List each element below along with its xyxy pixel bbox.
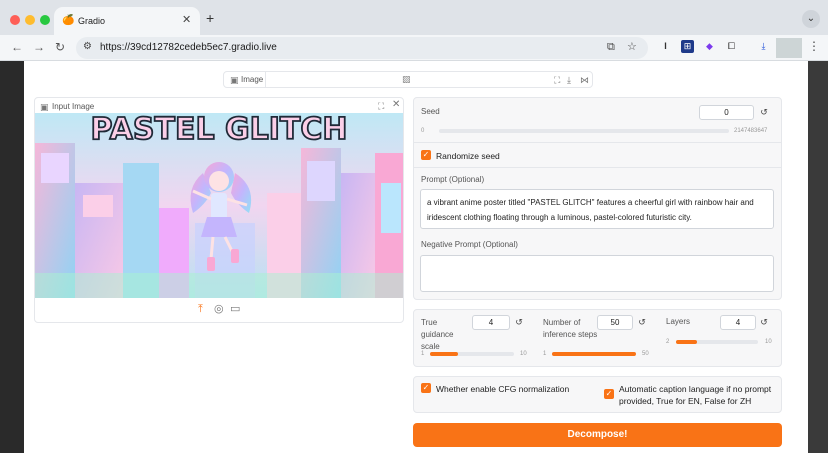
negative-prompt-label: Negative Prompt (Optional) [421,240,518,249]
new-tab-button[interactable]: + [206,11,214,25]
reload-icon[interactable]: ↻ [55,39,65,55]
browser-titlebar: 🍊 Gradio ✕ + ⌄ [0,0,828,35]
extensions-puzzle-icon[interactable]: ⧠ [725,40,738,53]
extension-i-icon[interactable]: I [659,40,672,53]
layers-slider-fill [676,340,697,344]
site-info-icon[interactable]: ⚙ [83,41,92,52]
randomize-seed-checkbox[interactable]: ✓ [421,150,431,160]
fullscreen-icon[interactable]: ⛶ [378,101,384,111]
avatar[interactable] [776,38,802,58]
image-icon: ▣ [40,102,49,112]
layers-input[interactable]: 4 [720,315,756,330]
browser-tab[interactable]: 🍊 Gradio ✕ [54,7,200,35]
divider [414,167,781,168]
guidance-min: 1 [421,351,425,357]
input-image-label: Input Image [52,102,95,111]
steps-input[interactable]: 50 [597,315,633,330]
cast-icon[interactable]: ⧉ [607,41,615,54]
prompt-textarea[interactable]: a vibrant anime poster titled "PASTEL GL… [420,189,774,229]
layers-reset-icon[interactable]: ↺ [757,315,771,330]
steps-label: Number of inference steps [543,318,598,339]
download-icon[interactable]: ⤓ [757,40,770,53]
close-tab-icon[interactable]: ✕ [182,14,191,26]
steps-slider-fill [552,352,636,356]
extension-blue-icon[interactable]: ⊞ [681,40,694,53]
guidance-max: 10 [520,351,527,357]
guidance-label: True guidance scale [421,318,454,351]
forward-arrow-icon[interactable]: → [33,39,45,55]
caption-language-label: Automatic caption language if no prompt … [619,384,772,406]
seed-min: 0 [421,128,425,134]
download-icon[interactable]: ⤓ [567,75,571,85]
seed-max: 2147483647 [734,128,768,134]
seed-reset-icon[interactable]: ↺ [757,105,771,120]
bookmark-star-icon[interactable]: ☆ [627,41,637,54]
gradio-favicon-icon: 🍊 [62,15,75,26]
output-image-panel: ▣ Image ▨ ⛶ ⤓ ⋈ [223,71,593,88]
seed-label: Seed [421,107,440,116]
poster-title: PASTEL GLITCH [90,113,347,147]
layers-label: Layers [666,317,691,326]
steps-min: 1 [543,351,547,357]
close-window-button[interactable] [10,15,20,25]
guidance-reset-icon[interactable]: ↺ [512,315,526,330]
randomize-seed-label: Randomize seed [436,151,500,161]
guidance-slider-fill [430,352,458,356]
prompt-label: Prompt (Optional) [421,175,485,184]
anime-poster-illustration: PASTEL GLITCH [35,113,403,298]
cfg-normalization-checkbox[interactable]: ✓ [421,383,431,393]
caption-language-checkbox[interactable]: ✓ [604,389,614,399]
steps-reset-icon[interactable]: ↺ [635,315,649,330]
input-image-preview[interactable]: PASTEL GLITCH [35,113,403,298]
extension-purple-icon[interactable]: ◆ [703,40,716,53]
minimize-window-button[interactable] [25,15,35,25]
guidance-input[interactable]: 4 [472,315,510,330]
desktop-strip-left [0,61,24,453]
clear-image-icon[interactable]: ✕ [392,100,400,110]
clipboard-icon[interactable]: ▭ [230,304,240,315]
layers-min: 2 [666,339,670,345]
url-text[interactable]: https://39cd12782cedeb5ec7.gradio.live [100,42,277,53]
seed-input[interactable]: 0 [699,105,754,120]
broken-image-icon: ▨ [402,74,411,84]
divider [414,142,781,143]
output-image-label: Image [241,75,264,84]
tab-search-icon[interactable]: ⌄ [802,10,820,28]
negative-prompt-textarea[interactable] [420,255,774,292]
upload-icon[interactable]: ⤒ [198,304,203,315]
share-icon[interactable]: ⋈ [580,75,589,85]
maximize-window-button[interactable] [40,15,50,25]
cfg-normalization-label: Whether enable CFG normalization [436,384,570,394]
tab-title: Gradio [78,16,106,26]
scrollbar-area[interactable] [808,61,828,453]
browser-menu-icon[interactable]: ⋮ [808,39,820,53]
webcam-icon[interactable]: ◎ [214,304,224,315]
steps-max: 50 [642,351,649,357]
image-icon: ▣ [230,75,239,85]
address-bar[interactable]: ⚙ https://39cd12782cedeb5ec7.gradio.live… [76,37,648,59]
fullscreen-icon[interactable]: ⛶ [554,75,560,85]
seed-slider[interactable] [439,129,729,133]
layers-max: 10 [765,339,772,345]
back-arrow-icon[interactable]: ← [11,39,23,55]
decompose-button[interactable]: Decompose! [413,423,782,447]
